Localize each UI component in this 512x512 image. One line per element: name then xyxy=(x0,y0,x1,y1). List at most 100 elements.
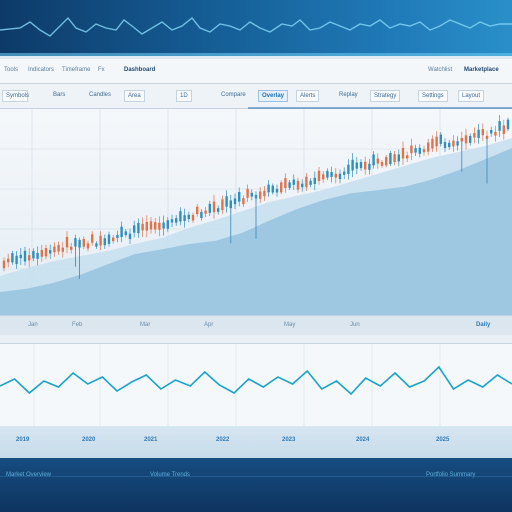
toolbar-strategy-button[interactable]: Strategy xyxy=(370,90,401,102)
candle-body xyxy=(460,137,463,142)
candle-body xyxy=(179,211,182,222)
toolbar-area-button[interactable]: Area xyxy=(124,90,145,102)
candle-body xyxy=(481,129,484,136)
candle-body xyxy=(284,178,287,188)
candle-body xyxy=(359,162,363,169)
candle-body xyxy=(242,198,245,205)
year-tick-label: 2021 xyxy=(144,437,158,443)
x-tick-label: Apr xyxy=(204,322,214,328)
candle-body xyxy=(326,170,329,178)
chart-toolbar: Symbols Bars Candles Area 1D Compare Ove… xyxy=(0,84,512,109)
oscillator-chart[interactable] xyxy=(0,343,512,427)
candle-body xyxy=(15,255,18,265)
candle-body xyxy=(506,119,510,130)
candle-body xyxy=(229,200,232,209)
candle-body xyxy=(414,148,417,153)
app-header-banner xyxy=(0,0,512,56)
toolbar-compare-button[interactable]: Compare xyxy=(218,90,249,102)
candle-body xyxy=(313,177,316,185)
price-chart-canvas xyxy=(0,109,512,315)
toolbar-settings-button[interactable]: Settings xyxy=(418,90,448,102)
toolbar-symbols-button[interactable]: Symbols xyxy=(2,90,29,102)
candle-body xyxy=(225,196,228,207)
candle-body xyxy=(351,159,354,171)
menu-item-indicators[interactable]: Indicators xyxy=(28,67,54,73)
main-price-chart[interactable] xyxy=(0,109,512,315)
candle-body xyxy=(133,225,136,233)
footer-portfolio-summary[interactable]: Portfolio Summary xyxy=(426,472,475,478)
oscillator-line xyxy=(0,365,512,396)
footer-market-overview[interactable]: Market Overview xyxy=(6,472,51,478)
panel-divider xyxy=(0,335,512,343)
candle-body xyxy=(99,235,102,246)
toolbar-timeframe-button[interactable]: 1D xyxy=(176,90,192,102)
menu-item-marketplace[interactable]: Marketplace xyxy=(464,67,499,73)
toolbar-layout-button[interactable]: Layout xyxy=(458,90,485,102)
year-tick-label: 2025 xyxy=(436,437,450,443)
candle-body xyxy=(422,149,426,153)
toolbar-replay-button[interactable]: Replay xyxy=(336,90,361,102)
oscillator-x-axis: 2019 2020 2021 2022 2023 2024 2025 xyxy=(0,426,512,458)
candle-body xyxy=(158,222,161,230)
candle-body xyxy=(456,141,459,146)
toolbar-candles-button[interactable]: Candles xyxy=(86,90,114,102)
candle-body xyxy=(116,234,119,238)
candle-body xyxy=(334,173,337,178)
candle-body xyxy=(32,250,35,259)
year-tick-label: 2020 xyxy=(82,437,96,443)
candle-body xyxy=(145,221,148,231)
menu-item-fx[interactable]: Fx xyxy=(98,67,105,73)
candle-body xyxy=(250,192,253,197)
toolbar-bars-button[interactable]: Bars xyxy=(50,90,68,102)
candle-body xyxy=(44,248,48,257)
candle-body xyxy=(254,194,258,199)
candle-body xyxy=(322,174,325,180)
candle-body xyxy=(330,172,333,177)
candle-body xyxy=(217,208,220,212)
candle-body xyxy=(477,129,480,138)
candle-body xyxy=(103,238,106,246)
candle-body xyxy=(364,161,367,170)
candle-body xyxy=(410,145,413,154)
candle-body xyxy=(448,142,451,148)
menu-item-watchlist[interactable]: Watchlist xyxy=(428,67,452,73)
candle-body xyxy=(443,141,447,149)
candle-body xyxy=(473,133,476,138)
candle-body xyxy=(141,223,144,231)
candle-body xyxy=(23,250,27,262)
candle-body xyxy=(40,249,43,257)
toolbar-alerts-button[interactable]: Alerts xyxy=(296,90,320,102)
candle-body xyxy=(149,221,153,230)
x-tick-label: May xyxy=(284,322,296,328)
timeframe-label[interactable]: Daily xyxy=(476,322,490,328)
candle-body xyxy=(338,173,342,180)
footer-volume-trends[interactable]: Volume Trends xyxy=(150,472,190,478)
candle-body xyxy=(112,237,115,242)
toolbar-overlay-tab[interactable]: Overlay xyxy=(258,90,289,102)
candle-body xyxy=(301,183,304,188)
menu-item-tools[interactable]: Tools xyxy=(4,67,18,73)
x-tick-label: Jan xyxy=(28,322,38,328)
footer-divider xyxy=(0,476,512,477)
candle-body xyxy=(418,147,421,154)
candle-body xyxy=(397,154,400,162)
menu-item-timeframe[interactable]: Timeframe xyxy=(62,67,90,73)
candle-body xyxy=(95,243,98,247)
candle-body xyxy=(317,170,321,181)
candle-body xyxy=(191,214,195,221)
candle-body xyxy=(61,247,64,252)
menu-item-dashboard[interactable]: Dashboard xyxy=(124,67,155,73)
candle-body xyxy=(65,236,69,248)
candle-body xyxy=(204,210,207,214)
candle-body xyxy=(82,238,85,247)
candle-body xyxy=(368,163,371,170)
year-tick-label: 2019 xyxy=(16,437,30,443)
candle-body xyxy=(292,179,295,185)
candle-body xyxy=(372,154,375,166)
candle-body xyxy=(401,147,405,159)
candle-body xyxy=(91,234,94,243)
status-footer: Market Overview Volume Trends Portfolio … xyxy=(0,458,512,512)
candle-body xyxy=(53,246,56,253)
x-tick-label: Mar xyxy=(140,322,151,328)
candle-body xyxy=(485,135,489,139)
